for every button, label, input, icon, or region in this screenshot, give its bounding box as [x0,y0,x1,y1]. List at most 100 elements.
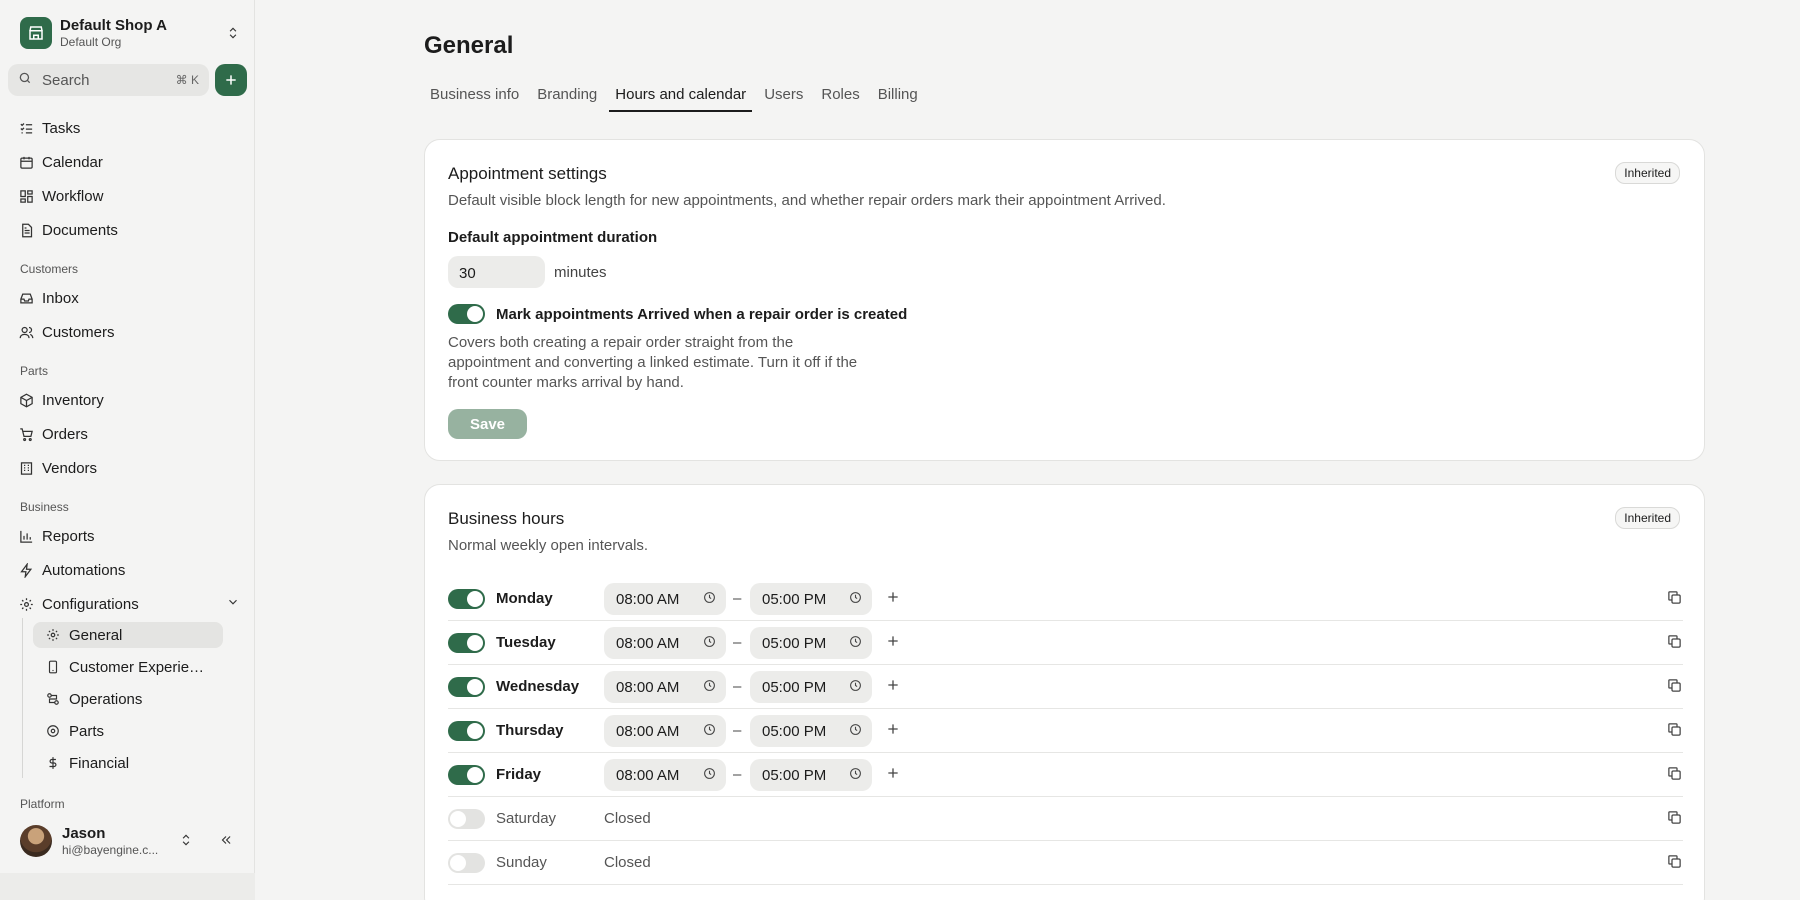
sub-item-general[interactable]: General [33,622,223,648]
start-time-input[interactable]: 08:00 AM [604,715,726,747]
add-interval-icon[interactable] [886,634,902,650]
copy-icon[interactable] [1667,634,1683,650]
search-shortcut: ⌘ K [175,73,199,87]
nav-item-documents[interactable]: Documents [18,218,118,242]
end-time-input[interactable]: 05:00 PM [750,627,872,659]
document-icon [18,222,34,238]
nav-section-parts: Parts [20,364,49,378]
appointment-settings-card: Appointment settings Inherited Default v… [424,139,1705,461]
end-time-input[interactable]: 05:00 PM [750,671,872,703]
start-time-input[interactable]: 08:00 AM [604,759,726,791]
nav-label: Documents [42,221,118,239]
nav-label: Configurations [42,595,139,613]
start-time-input[interactable]: 08:00 AM [604,627,726,659]
end-time-input[interactable]: 05:00 PM [750,759,872,791]
save-button[interactable]: Save [448,409,527,439]
gear-icon [45,627,61,643]
start-time-input[interactable]: 08:00 AM [604,583,726,615]
add-interval-icon[interactable] [886,590,902,606]
chevrons-up-down-icon[interactable] [179,833,195,849]
tab-business-info[interactable]: Business info [424,84,525,112]
day-row-tuesday: Tuesday 08:00 AM – 05:00 PM [448,621,1683,665]
package-icon [18,392,34,408]
settings-tabs: Business info Branding Hours and calenda… [424,84,930,114]
user-menu[interactable]: Jason hi@bayengine.c... [20,824,242,858]
clock-icon [849,723,862,740]
create-new-button[interactable] [215,64,247,96]
day-row-friday: Friday 08:00 AM – 05:00 PM [448,753,1683,797]
nav-item-customers[interactable]: Customers [18,320,115,344]
add-interval-icon[interactable] [886,722,902,738]
search-input[interactable]: Search ⌘ K [8,64,209,96]
tab-billing[interactable]: Billing [872,84,924,112]
tab-users[interactable]: Users [758,84,809,112]
sub-item-label: Financial [69,754,130,772]
nav-item-inbox[interactable]: Inbox [18,286,79,310]
copy-icon[interactable] [1667,854,1683,870]
org-subtitle: Default Org [60,34,122,49]
duration-input[interactable]: 30 [448,256,545,288]
closed-label: Closed [604,854,651,871]
nav-item-reports[interactable]: Reports [18,524,95,548]
copy-icon[interactable] [1667,722,1683,738]
time-separator: – [733,634,742,651]
nav-item-orders[interactable]: Orders [18,422,88,446]
sub-item-customer-experience[interactable]: Customer Experien... [33,654,223,680]
nav-item-automations[interactable]: Automations [18,558,125,582]
sub-item-financial[interactable]: Financial [33,750,223,776]
time-separator: – [733,722,742,739]
end-time-input[interactable]: 05:00 PM [750,583,872,615]
nav-label: Calendar [42,153,103,171]
clock-icon [849,767,862,784]
arrived-toggle[interactable] [448,304,485,324]
time-separator: – [733,590,742,607]
copy-icon[interactable] [1667,590,1683,606]
copy-icon[interactable] [1667,810,1683,826]
tab-roles[interactable]: Roles [815,84,865,112]
nav-section-platform: Platform [20,797,65,811]
day-open-toggle[interactable] [448,765,485,785]
start-time-input[interactable]: 08:00 AM [604,671,726,703]
sub-item-operations[interactable]: Operations [33,686,223,712]
day-open-toggle[interactable] [448,589,485,609]
clock-icon [849,635,862,652]
day-open-toggle[interactable] [448,677,485,697]
day-open-toggle[interactable] [448,853,485,873]
gear-icon [18,596,34,612]
day-open-toggle[interactable] [448,721,485,741]
sub-item-parts[interactable]: Parts [33,718,223,744]
org-switcher[interactable]: Default Shop A Default Org [20,16,242,50]
copy-icon[interactable] [1667,678,1683,694]
copy-icon[interactable] [1667,766,1683,782]
day-name: Wednesday [496,678,580,695]
start-time-value: 08:00 AM [616,722,680,740]
nav-label: Orders [42,425,88,443]
end-time-value: 05:00 PM [762,590,827,608]
inherited-badge: Inherited [1615,507,1680,529]
add-interval-icon[interactable] [886,678,902,694]
tab-hours-and-calendar[interactable]: Hours and calendar [609,84,753,112]
nav-item-tasks[interactable]: Tasks [18,116,80,140]
nav-item-configurations[interactable]: Configurations [18,592,240,616]
nav-item-inventory[interactable]: Inventory [18,388,104,412]
clock-icon [849,591,862,608]
nav-item-calendar[interactable]: Calendar [18,150,103,174]
users-icon [18,324,34,340]
nav-item-vendors[interactable]: Vendors [18,456,97,480]
time-separator: – [733,678,742,695]
end-time-input[interactable]: 05:00 PM [750,715,872,747]
day-open-toggle[interactable] [448,633,485,653]
business-hours-card: Business hours Inherited Normal weekly o… [424,484,1705,900]
nav-item-workflow[interactable]: Workflow [18,184,103,208]
add-interval-icon[interactable] [886,766,902,782]
day-open-toggle[interactable] [448,809,485,829]
clock-icon [703,635,716,652]
chevron-down-icon[interactable] [226,595,240,613]
sidebar-footer-strip [0,873,255,900]
search-icon [18,71,32,90]
chevrons-up-down-icon[interactable] [224,24,242,42]
collapse-sidebar-icon[interactable] [219,833,235,849]
operations-icon [45,691,61,707]
tab-branding[interactable]: Branding [531,84,603,112]
day-name: Tuesday [496,634,556,651]
